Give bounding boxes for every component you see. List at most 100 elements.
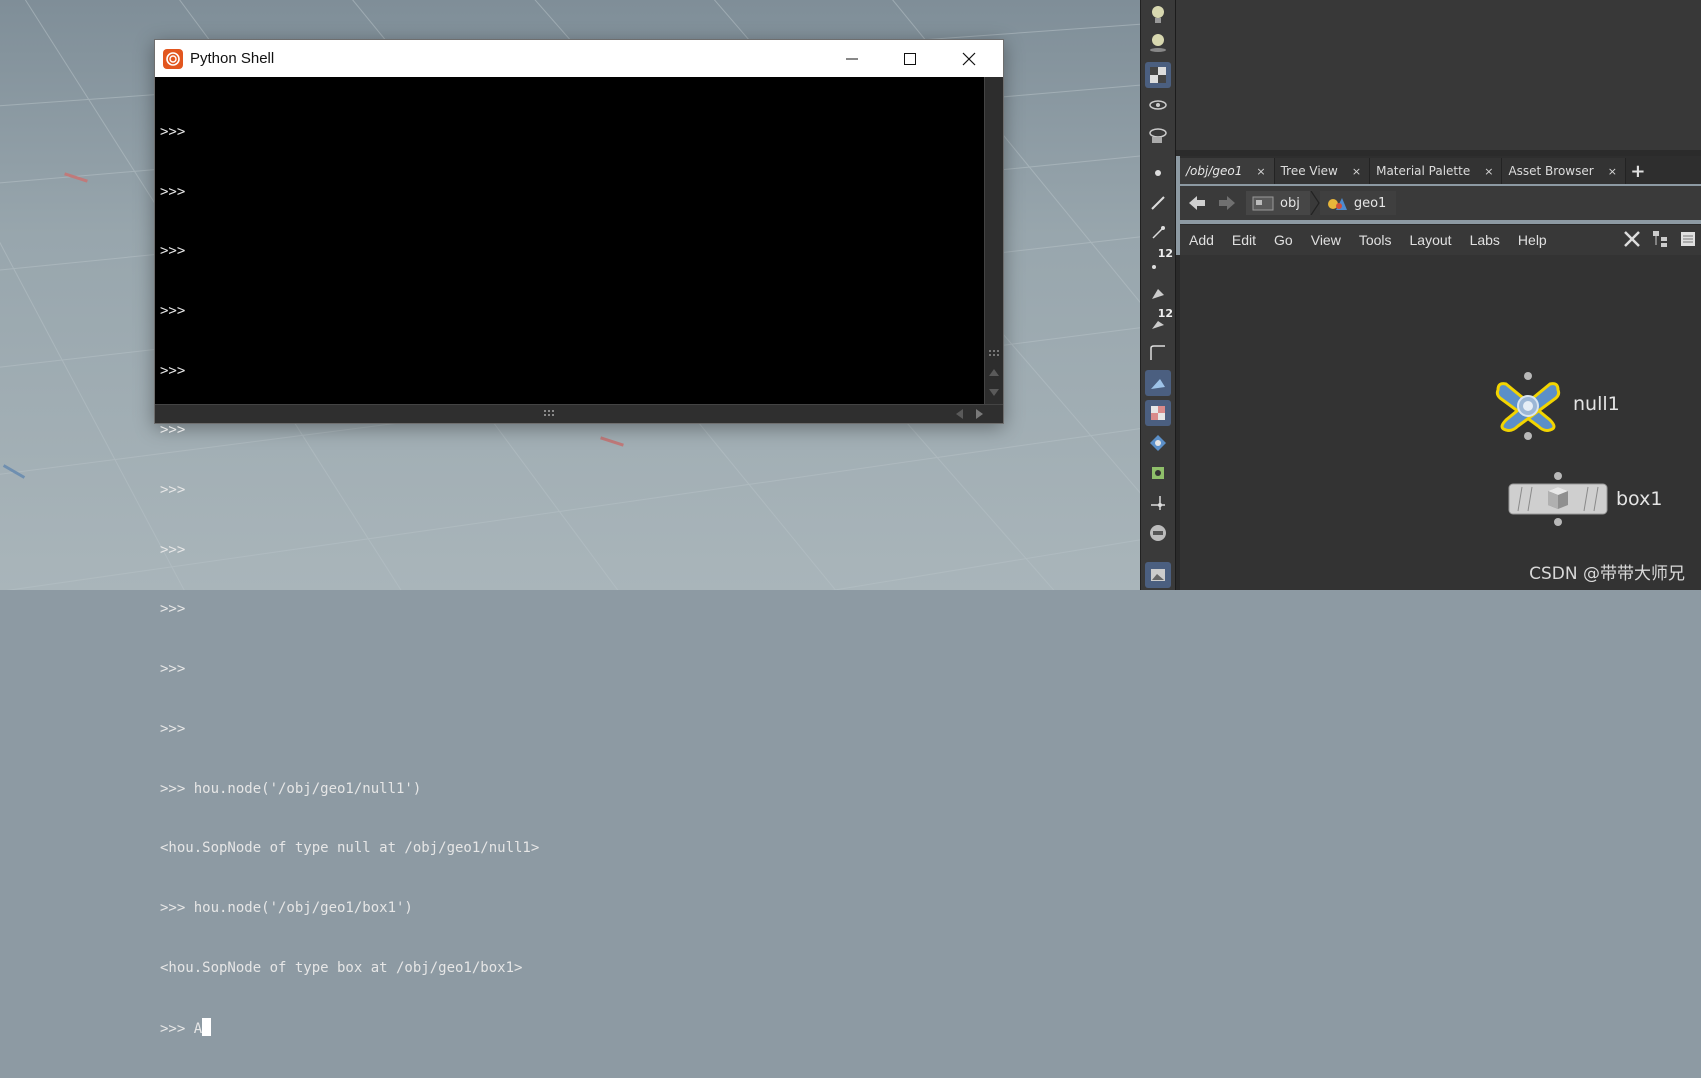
python-shell-window[interactable]: Python Shell >>> >>> >>> >>> >>> >>> >>>… [154, 39, 1004, 1037]
menu-help[interactable]: Help [1518, 232, 1547, 248]
tab-asset-browser[interactable]: Asset Browser × [1502, 158, 1626, 184]
box-node-icon[interactable] [1508, 471, 1608, 527]
text-cursor [202, 1018, 212, 1037]
back-arrow-icon [1189, 196, 1205, 210]
shelf-tool-image[interactable] [1145, 562, 1171, 588]
shelf-tool-light[interactable] [1145, 2, 1171, 28]
minimize-button[interactable] [823, 40, 881, 77]
path-label-geo1: geo1 [1353, 195, 1387, 211]
draw-curve-icon [1151, 379, 1165, 389]
tab-label: /obj/geo1 [1186, 164, 1243, 178]
path-segment-obj[interactable]: obj [1246, 191, 1310, 215]
tab-tree-view[interactable]: Tree View × [1274, 158, 1371, 184]
null-node-icon[interactable] [1492, 372, 1564, 440]
path-segment-geo1[interactable]: geo1 [1319, 191, 1397, 215]
shelf-tool-camera[interactable] [1145, 62, 1171, 88]
camera-eye-icon [1149, 100, 1167, 110]
shelf-tool-pen[interactable] [1145, 220, 1171, 246]
shelf-tool-camera-view[interactable] [1145, 92, 1171, 118]
tab-close-icon[interactable]: × [1256, 165, 1265, 178]
pane-tab-bar: /obj/geo1 × Tree View × Material Palette… [1180, 156, 1701, 184]
tab-close-icon[interactable]: × [1352, 165, 1361, 178]
forward-button[interactable] [1214, 190, 1240, 216]
vertical-scrollbar[interactable] [984, 77, 1003, 405]
watermark-text: CSDN @带带大师兄 [1529, 564, 1685, 584]
node-label-null1[interactable]: null1 [1573, 393, 1620, 415]
light-bulb-icon [1152, 6, 1164, 23]
shelf-tool-connect[interactable] [1145, 490, 1171, 516]
menu-add[interactable]: Add [1189, 232, 1214, 248]
python-console-output[interactable]: >>> >>> >>> >>> >>> >>> >>> >>> >>> >>> … [155, 77, 985, 1037]
scroll-down-arrow-icon[interactable] [989, 389, 999, 396]
shelf-tool-disk[interactable] [1145, 520, 1171, 546]
shelf-badge: 12 [1157, 247, 1173, 260]
stereo-camera-icon [1149, 128, 1167, 143]
menu-layout[interactable]: Layout [1410, 232, 1452, 248]
list-icon [1681, 232, 1695, 246]
tab-close-icon[interactable]: × [1608, 165, 1617, 178]
window-titlebar[interactable]: Python Shell [155, 40, 1003, 77]
shelf-tool-stereo-camera[interactable] [1145, 122, 1171, 148]
console-line: <hou.SopNode of type null at /obj/geo1/n… [160, 840, 540, 857]
tab-close-icon[interactable]: × [1484, 165, 1493, 178]
window-title: Python Shell [190, 50, 275, 67]
shelf-tool-group[interactable] [1145, 460, 1171, 486]
network-path-bar: obj geo1 [1180, 186, 1701, 220]
tab-material-palette[interactable]: Material Palette × [1370, 158, 1503, 184]
scroll-up-arrow-icon[interactable] [989, 369, 999, 376]
shelf-tool-sculpt[interactable] [1145, 280, 1171, 306]
group-icon [1152, 467, 1164, 479]
menu-go[interactable]: Go [1274, 232, 1293, 248]
menu-edit[interactable]: Edit [1232, 232, 1256, 248]
checker-camera-icon [1150, 67, 1166, 83]
list-view-button[interactable] [1677, 228, 1699, 250]
disk-icon [1150, 525, 1166, 541]
point-icon [1155, 170, 1161, 176]
tab-label: Asset Browser [1508, 164, 1594, 178]
console-line: >>> [160, 302, 186, 319]
tree-layout-button[interactable] [1649, 228, 1671, 250]
close-button[interactable] [940, 40, 998, 77]
add-tab-button[interactable]: + [1626, 158, 1650, 184]
shelf-tool-draw[interactable] [1145, 370, 1171, 396]
shelf-tool-texture[interactable] [1145, 400, 1171, 426]
scroll-grip-icon[interactable] [988, 349, 1000, 359]
shelf-tool-numbered[interactable]: 12 [1145, 247, 1173, 276]
back-button[interactable] [1184, 190, 1210, 216]
node-label-box1[interactable]: box1 [1616, 488, 1662, 510]
shelf-tool-diamond[interactable] [1145, 430, 1171, 456]
menu-view[interactable]: View [1311, 232, 1341, 248]
scroll-grip-icon[interactable] [543, 409, 555, 418]
scroll-left-arrow-icon[interactable] [956, 409, 963, 419]
tab-label: Material Palette [1376, 164, 1471, 178]
curve-icon [1150, 345, 1165, 360]
shelf-tool-spotlight[interactable] [1145, 30, 1171, 56]
pen-icon [1152, 226, 1165, 239]
shelf-tool-numbered-2[interactable]: 12 [1145, 307, 1173, 336]
console-input-text[interactable]: >>> A [160, 1021, 202, 1037]
wrench-icon [1624, 231, 1640, 247]
network-editor-canvas[interactable] [1176, 255, 1701, 590]
console-line: >>> [160, 482, 186, 499]
maximize-button[interactable] [881, 40, 939, 77]
console-input-line[interactable]: >>> A [160, 1018, 985, 1038]
network-menu-bar: Add Edit Go View Tools Layout Labs Help [1180, 224, 1701, 256]
console-line: >>> hou.node('/obj/geo1/null1') [160, 780, 422, 797]
texture-icon [1151, 406, 1165, 420]
console-line: >>> [160, 661, 186, 678]
maximize-icon [904, 52, 916, 65]
menu-labs[interactable]: Labs [1470, 232, 1500, 248]
scroll-right-arrow-icon[interactable] [976, 409, 983, 419]
minimize-icon [846, 58, 858, 59]
geometry-object-icon [1327, 198, 1347, 210]
shelf-tool-brush[interactable] [1145, 190, 1171, 216]
shelf-badge: 12 [1157, 307, 1173, 320]
close-icon [962, 52, 976, 65]
console-line: >>> [160, 541, 186, 558]
shelf-tool-curve[interactable] [1145, 340, 1171, 366]
tab-network-obj-geo1[interactable]: /obj/geo1 × [1180, 158, 1275, 184]
shelf-tool-point[interactable] [1145, 160, 1171, 186]
menu-tools[interactable]: Tools [1359, 232, 1392, 248]
horizontal-scrollbar[interactable] [155, 404, 1003, 423]
wrench-tools-button[interactable] [1621, 228, 1643, 250]
